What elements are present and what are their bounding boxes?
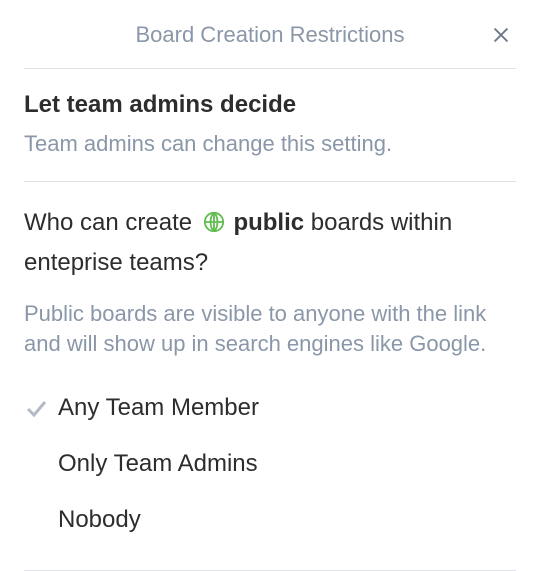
globe-icon <box>203 207 225 244</box>
dialog-header: Board Creation Restrictions <box>24 22 516 69</box>
check-icon <box>24 396 58 420</box>
question-bold: public <box>233 209 304 236</box>
section-admin-title: Let team admins decide <box>24 91 516 119</box>
close-icon <box>490 34 512 49</box>
section-public-boards: Who can create public boards within ente… <box>24 182 516 571</box>
section-admin-desc: Team admins can change this setting. <box>24 129 516 159</box>
option-only-team-admins[interactable]: Only Team Admins <box>24 436 516 492</box>
options-list: Any Team Member Only Team Admins Nobody <box>24 380 516 548</box>
question-pre: Who can create <box>24 209 192 236</box>
option-label: Any Team Member <box>58 394 259 422</box>
close-button[interactable] <box>486 20 516 53</box>
option-any-team-member[interactable]: Any Team Member <box>24 380 516 436</box>
option-nobody[interactable]: Nobody <box>24 492 516 548</box>
option-label: Only Team Admins <box>58 450 258 478</box>
dialog-title: Board Creation Restrictions <box>135 22 404 48</box>
option-label: Nobody <box>58 506 141 534</box>
section-admin-decide[interactable]: Let team admins decide Team admins can c… <box>24 69 516 182</box>
public-desc: Public boards are visible to anyone with… <box>24 299 516 358</box>
public-question: Who can create public boards within ente… <box>24 204 516 281</box>
